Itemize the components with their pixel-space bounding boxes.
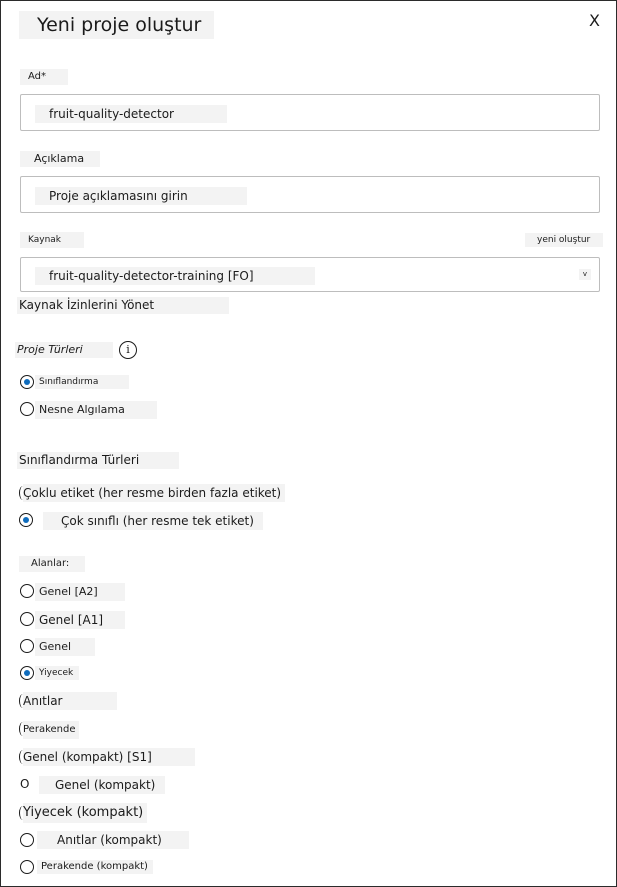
dialog-title: Yeni proje oluştur [19, 11, 214, 39]
option-landmarks-compact-label: Anıtlar (kompakt) [37, 831, 189, 849]
option-retail-label: Perakende [23, 721, 79, 739]
radio-domain-general-compact[interactable]: O [20, 776, 34, 792]
close-button[interactable]: X [585, 7, 604, 34]
resource-select-value: fruit-quality-detector-training [FO] [35, 267, 315, 285]
name-label: Ad* [20, 69, 68, 85]
option-landmarks-label: Anıtlar [23, 692, 117, 710]
radio-domain-general-a1[interactable] [20, 612, 34, 626]
description-label: Açıklama [20, 151, 100, 167]
radio-object-detection[interactable] [20, 402, 34, 416]
description-input[interactable]: Proje açıklamasını girin [20, 176, 600, 213]
radio-domain-food[interactable] [20, 666, 34, 680]
radio-domain-landmarks-compact[interactable] [20, 833, 34, 847]
option-food-compact-label: Yiyecek (kompakt) [23, 803, 147, 823]
name-input-value: fruit-quality-detector [35, 105, 227, 123]
radio-domain-general[interactable] [20, 639, 34, 653]
radio-domain-retail-compact[interactable] [20, 860, 34, 874]
option-general-label: Genel [35, 638, 95, 656]
option-general-a1-label: Genel [A1] [35, 611, 125, 629]
project-types-label: Proje Türleri [15, 342, 113, 358]
chevron-down-icon: v [579, 269, 591, 280]
name-input[interactable]: fruit-quality-detector [20, 94, 600, 131]
radio-classification[interactable] [20, 375, 34, 389]
domains-label: Alanlar: [19, 556, 85, 572]
resource-select[interactable]: fruit-quality-detector-training [FO] v [20, 257, 600, 292]
radio-multiclass[interactable] [19, 513, 33, 527]
option-food-label: Yiyecek [35, 666, 79, 680]
resource-label: Kaynak [20, 232, 84, 248]
radio-domain-general-a2[interactable] [20, 584, 34, 598]
create-project-dialog: Yeni proje oluştur X Ad* fruit-quality-d… [0, 0, 617, 887]
description-placeholder: Proje açıklamasını girin [35, 187, 247, 205]
manage-permissions-link[interactable]: Kaynak İzinlerini Yönet [17, 297, 229, 314]
option-general-compact-label: Genel (kompakt) [39, 776, 165, 794]
option-multilabel-label: Çoklu etiket (her resme birden fazla eti… [23, 484, 285, 502]
option-object-detection-label: Nesne Algılama [35, 401, 157, 419]
create-new-link[interactable]: yeni oluştur [525, 233, 603, 247]
option-general-a2-label: Genel [A2] [35, 583, 125, 601]
option-multiclass-label: Çok sınıflı (her resme tek etiket) [43, 512, 263, 530]
info-icon[interactable]: i [119, 341, 137, 359]
option-classification-label: Sınıflandırma [35, 375, 129, 389]
option-retail-compact-label: Perakende (kompakt) [37, 860, 153, 874]
option-general-compact-s1-label: Genel (kompakt) [S1] [23, 748, 195, 766]
classification-types-label: Sınıflandırma Türleri [17, 452, 179, 469]
